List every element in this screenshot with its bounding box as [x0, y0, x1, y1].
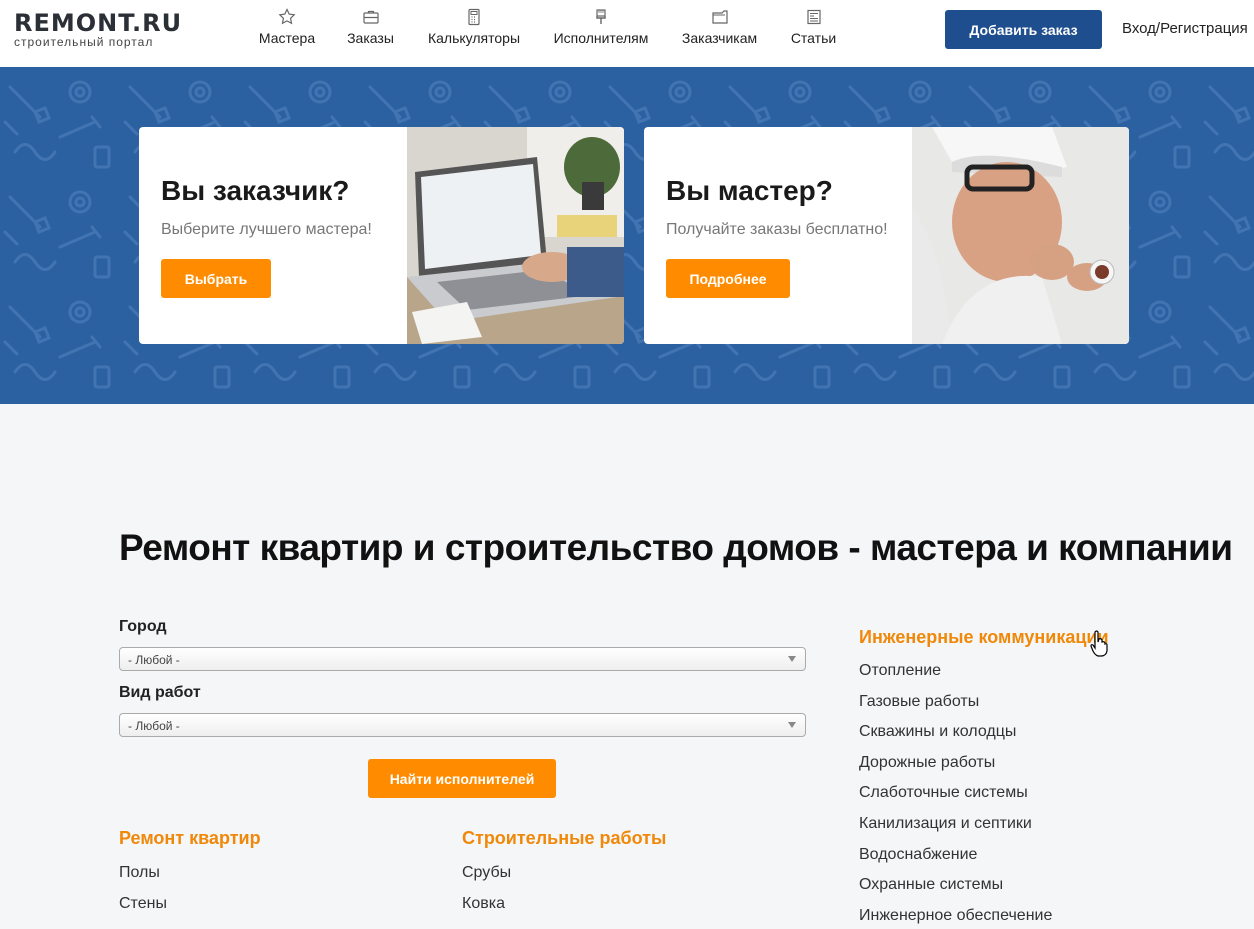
calculator-icon: [468, 8, 480, 26]
category-link[interactable]: Срубы: [462, 864, 511, 882]
nav-label: Статьи: [790, 30, 837, 46]
category-link[interactable]: Охранные системы: [859, 876, 1003, 894]
master-card-title: Вы мастер?: [666, 175, 833, 206]
site-header: REMONT.RU строительный портал Мастера За…: [0, 0, 1254, 67]
star-icon: [278, 8, 296, 25]
chevron-down-icon: [788, 656, 796, 662]
logo-title[interactable]: REMONT.RU: [14, 10, 182, 36]
work-type-select[interactable]: - Любой -: [119, 713, 806, 737]
category-link[interactable]: Газовые работы: [859, 693, 979, 711]
chevron-down-icon: [788, 722, 796, 728]
customer-card-title: Вы заказчик?: [161, 175, 350, 206]
nav-item-orders[interactable]: Заказы: [346, 8, 395, 46]
nav-label: Калькуляторы: [427, 30, 521, 46]
nav-item-customers[interactable]: Заказчикам: [679, 8, 760, 46]
logo-subtitle: строительный портал: [14, 35, 154, 49]
customer-card-subtitle: Выберите лучшего мастера!: [161, 221, 372, 238]
nav-item-masters[interactable]: Мастера: [259, 8, 315, 46]
nav-label: Мастера: [258, 30, 316, 46]
electrician-image: [912, 127, 1129, 344]
master-card-subtitle: Получайте заказы бесплатно!: [666, 221, 888, 238]
nav-label: Исполнителям: [553, 30, 649, 46]
category-link[interactable]: Водоснабжение: [859, 846, 977, 864]
customer-card: Вы заказчик? Выберите лучшего мастера! В…: [139, 127, 624, 344]
category-link[interactable]: Ковка: [462, 895, 505, 913]
work-type-label: Вид работ: [119, 684, 201, 701]
category-link[interactable]: Слаботочные системы: [859, 784, 1028, 802]
nav-label: Заказчикам: [681, 30, 758, 46]
category-link[interactable]: Стены: [119, 895, 167, 913]
folder-icon: [711, 10, 728, 24]
city-select-value: - Любой -: [128, 653, 180, 667]
work-type-select-value: - Любой -: [128, 719, 180, 733]
category-link[interactable]: Полы: [119, 864, 160, 882]
nav-item-calculators[interactable]: Калькуляторы: [426, 8, 522, 46]
more-button[interactable]: Подробнее: [666, 259, 790, 298]
category-link[interactable]: Инженерное обеспечение: [859, 907, 1052, 925]
page-title: Ремонт квартир и строительство домов - м…: [119, 527, 1233, 568]
category-title-engineering[interactable]: Инженерные коммуникации: [859, 627, 1109, 648]
add-order-button[interactable]: Добавить заказ: [945, 10, 1102, 49]
brush-icon: [596, 9, 606, 24]
choose-button[interactable]: Выбрать: [161, 259, 271, 298]
briefcase-icon: [362, 10, 379, 24]
nav-item-articles[interactable]: Статьи: [790, 8, 837, 46]
category-link[interactable]: Отопление: [859, 662, 941, 680]
category-title-construction[interactable]: Строительные работы: [462, 828, 666, 849]
hand-pointer-icon: [1090, 630, 1108, 657]
nav-label: Заказы: [347, 30, 394, 46]
category-link[interactable]: Скважины и колодцы: [859, 723, 1016, 741]
category-link[interactable]: Дорожные работы: [859, 754, 995, 772]
login-link[interactable]: Вход/Регистрация: [1122, 20, 1248, 37]
category-link[interactable]: Канилизация и септики: [859, 815, 1032, 833]
hero-banner: Вы заказчик? Выберите лучшего мастера! В…: [0, 67, 1254, 404]
city-select[interactable]: - Любой -: [119, 647, 806, 671]
laptop-image: [407, 127, 624, 344]
find-performers-button[interactable]: Найти исполнителей: [368, 759, 556, 798]
nav-item-performers[interactable]: Исполнителям: [553, 8, 649, 46]
city-label: Город: [119, 618, 167, 635]
category-title-repair[interactable]: Ремонт квартир: [119, 828, 261, 849]
newspaper-icon: [806, 9, 821, 25]
master-card: Вы мастер? Получайте заказы бесплатно! П…: [644, 127, 1129, 344]
logo[interactable]: REMONT.RU строительный портал: [14, 10, 182, 49]
